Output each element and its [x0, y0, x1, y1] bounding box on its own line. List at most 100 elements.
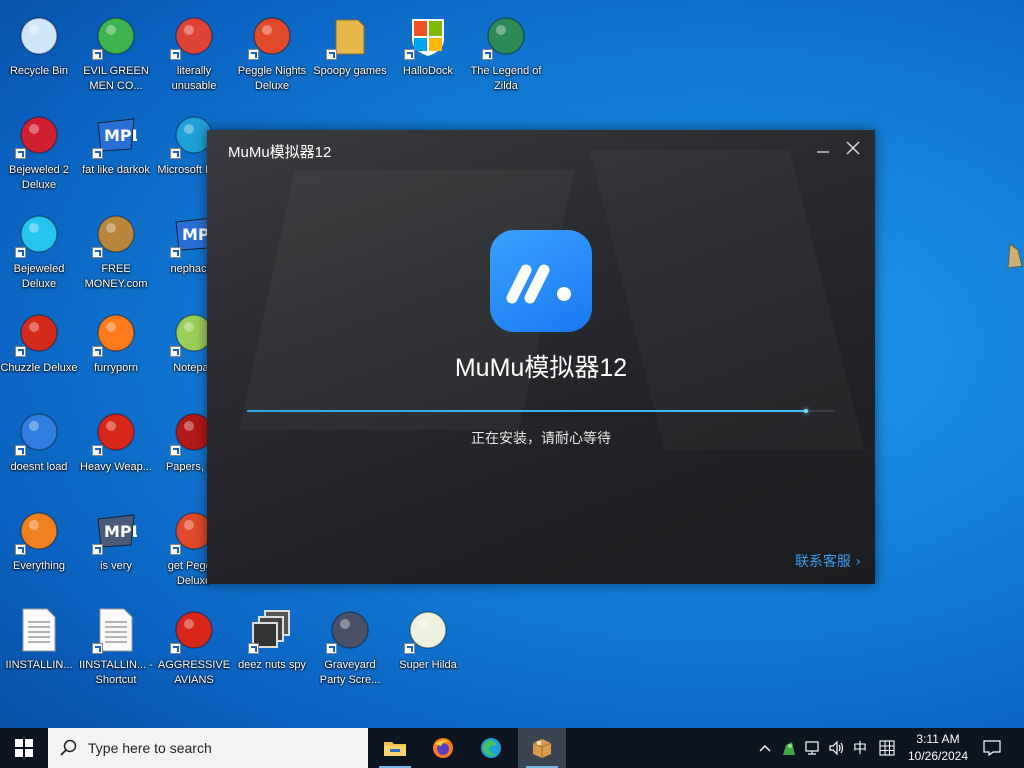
minimize-button[interactable]: [811, 136, 835, 160]
minimize-icon: [817, 151, 829, 153]
shortcut-arrow-icon: [326, 643, 337, 654]
shortcut-arrow-icon: [170, 247, 181, 258]
thunderbird-icon: [15, 408, 63, 456]
file-explorer-icon: [384, 742, 406, 756]
desktop-icon[interactable]: Chuzzle Deluxe: [0, 303, 78, 397]
shortcut-arrow-icon: [170, 445, 181, 456]
desktop-icon-label: deez nuts spy: [238, 659, 306, 671]
taskbar-edge[interactable]: [467, 728, 515, 768]
clock-date: 10/26/2024: [907, 749, 969, 763]
shortcut-arrow-icon: [170, 148, 181, 159]
chevron-up-icon: [759, 745, 771, 752]
desktop-icon[interactable]: AGGRESSIVE AVIANS: [156, 600, 232, 694]
shortcut-arrow-icon: [482, 49, 493, 60]
desktop-icon-label: IINSTALLIN... - Shortcut: [79, 659, 153, 686]
desktop-icon[interactable]: Peggle Nights Deluxe: [234, 6, 310, 100]
angry-bird-icon: [170, 606, 218, 654]
money-bag-icon: [92, 210, 140, 258]
firefox-icon: [92, 309, 140, 357]
search-magnifier-icon: [15, 507, 63, 555]
desktop-icon-label: Heavy Weap...: [80, 461, 152, 473]
desktop-icon[interactable]: Graveyard Party Scre...: [312, 600, 388, 694]
desktop-icon-label: Everything: [13, 560, 65, 572]
shortcut-arrow-icon: [326, 49, 337, 60]
desktop-icon[interactable]: furryporn: [78, 303, 154, 397]
install-progress-bar: [247, 409, 835, 413]
desktop-icon[interactable]: EVIL GREEN MEN CO...: [78, 6, 154, 100]
taskbar-file-explorer[interactable]: [371, 728, 419, 768]
desktop-icon-label: literally unusable: [171, 65, 217, 92]
installer-window: MuMu模拟器12 MuMu模拟器12 正在安装，请耐心等待 联系客服 ›: [207, 130, 875, 584]
ime-mode-indicator[interactable]: 中: [850, 728, 870, 768]
desktop-icon-label: is very: [100, 560, 132, 572]
taskbar-installer[interactable]: [518, 728, 566, 768]
search-placeholder: Type here to search: [88, 740, 212, 756]
desktop-icon-label: IINSTALLIN...: [5, 659, 73, 671]
desktop-icon[interactable]: deez nuts spy: [234, 600, 310, 694]
close-button[interactable]: [841, 136, 865, 160]
desktop-icon[interactable]: Everything: [1, 501, 77, 595]
ime-keyboard-button[interactable]: [876, 728, 898, 768]
desktop-icon[interactable]: The Legend of Zilda: [468, 6, 544, 100]
desktop-icon[interactable]: Bejeweled Deluxe: [1, 204, 77, 298]
shortcut-arrow-icon: [15, 148, 26, 159]
chrome-icon: [170, 12, 218, 60]
desktop-icon-label: HalloDock: [402, 65, 454, 77]
desktop-pet-icon[interactable]: [1006, 242, 1024, 270]
desktop-icon-label: Bejeweled Deluxe: [13, 263, 65, 290]
ime-grid-icon: [879, 740, 895, 756]
firefox-icon: [433, 738, 453, 758]
desktop-icon[interactable]: literally unusable: [156, 6, 232, 100]
svg-text:MPL: MPL: [104, 522, 137, 541]
desktop-icon[interactable]: Heavy Weap...: [78, 402, 154, 496]
desktop-icon-label: Recycle Bin: [9, 65, 69, 77]
graveyard-icon: [326, 606, 374, 654]
mpl-icon: MPL: [92, 111, 140, 159]
shortcut-arrow-icon: [92, 346, 103, 357]
desktop-icon[interactable]: doesnt load: [1, 402, 77, 496]
app-name: MuMu模拟器12: [454, 354, 628, 382]
desktop-icon[interactable]: Spoopy games: [312, 6, 388, 100]
desktop-icon-label: AGGRESSIVE AVIANS: [157, 659, 231, 686]
game-character-icon: [482, 12, 530, 60]
shortcut-arrow-icon: [248, 49, 259, 60]
contact-support-link[interactable]: 联系客服 ›: [795, 551, 861, 571]
desktop-icon-label: Super Hilda: [399, 659, 457, 671]
system-clock[interactable]: 3:11 AM 10/26/2024: [900, 731, 976, 765]
windows-logo-icon: [404, 12, 452, 60]
radiation-icon: [92, 408, 140, 456]
desktop-icon[interactable]: FREE MONEY.com: [78, 204, 154, 298]
desktop-icon-label: Chuzzle Deluxe: [0, 362, 78, 374]
windows-start-icon: [15, 739, 33, 757]
desktop-icon[interactable]: Recycle Bin: [1, 6, 77, 100]
network-icon-button[interactable]: [802, 728, 824, 768]
desktop-icon-label: FREE MONEY.com: [84, 263, 148, 290]
desktop-icon[interactable]: IINSTALLIN...: [1, 600, 77, 694]
taskbar-search-box[interactable]: Type here to search: [48, 728, 368, 768]
install-status-text: 正在安装，请耐心等待: [471, 431, 611, 447]
show-hidden-icons-button[interactable]: [756, 728, 774, 768]
desktop-icon[interactable]: Super Hilda: [390, 600, 466, 694]
svg-text:MPL: MPL: [104, 126, 137, 145]
shortcut-arrow-icon: [92, 643, 103, 654]
desktop-icon[interactable]: Bejeweled 2 Deluxe: [1, 105, 77, 199]
notification-center-button[interactable]: [980, 728, 1004, 768]
chuzzle-icon: [15, 309, 63, 357]
desktop-icon[interactable]: IINSTALLIN... - Shortcut: [78, 600, 154, 694]
shortcut-arrow-icon: [92, 445, 103, 456]
volume-icon-button[interactable]: [826, 728, 848, 768]
tray-app-icon[interactable]: [778, 728, 800, 768]
desktop-icon-label: furryporn: [93, 362, 139, 374]
shortcut-arrow-icon: [92, 247, 103, 258]
desktop-icon[interactable]: HalloDock: [390, 6, 466, 100]
desktop-icon[interactable]: MPL is very: [78, 501, 154, 595]
taskbar-firefox[interactable]: [419, 728, 467, 768]
shortcut-arrow-icon: [15, 445, 26, 456]
installer-package-icon: [532, 739, 552, 758]
start-button[interactable]: [0, 728, 48, 768]
clock-time: 3:11 AM: [916, 732, 960, 746]
desktop-icon[interactable]: MPL fat like darkok: [78, 105, 154, 199]
desktop-icon-label: Graveyard Party Scre...: [319, 659, 381, 686]
desktop-icon-label: doesnt load: [10, 461, 68, 473]
text-file-icon: [92, 606, 140, 654]
